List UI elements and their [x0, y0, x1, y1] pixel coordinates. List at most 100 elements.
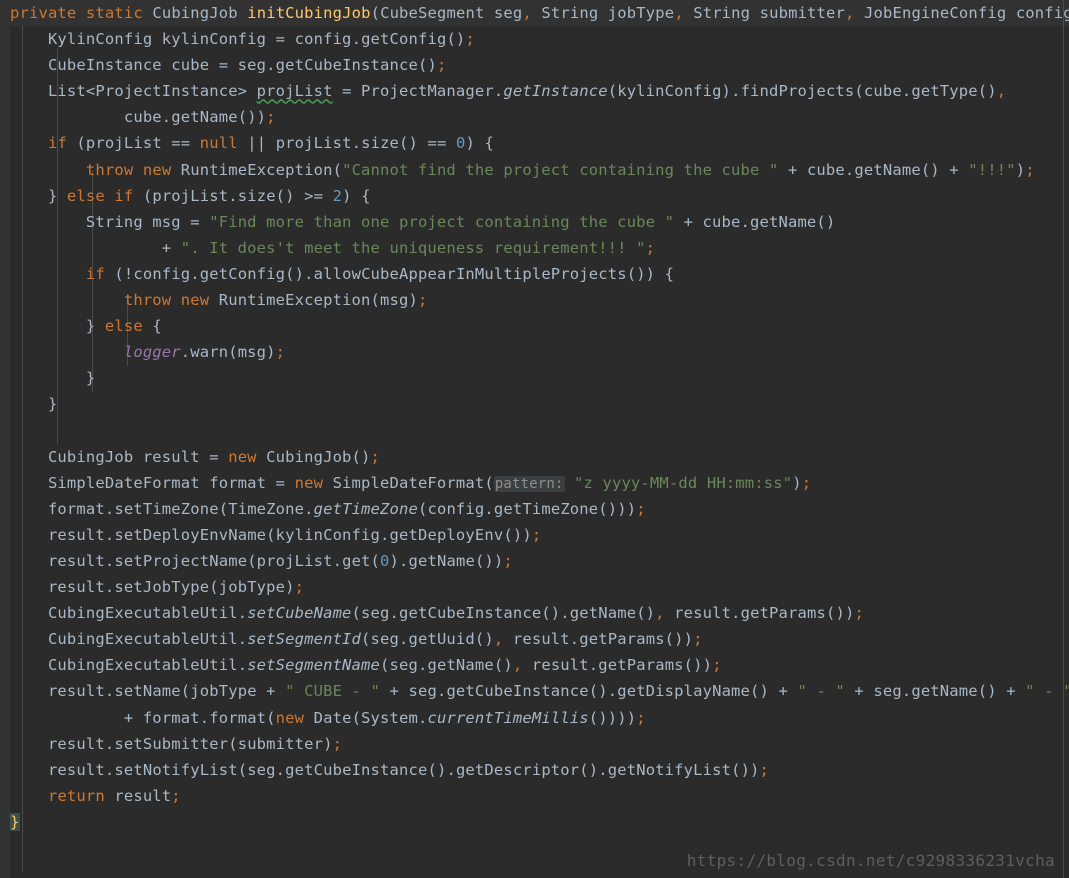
code-token: SimpleDateFormat format =: [10, 473, 295, 492]
code-token: =: [275, 30, 286, 49]
code-line[interactable]: CubingExecutableUtil.setCubeName(seg.get…: [0, 600, 1069, 626]
code-line[interactable]: cube.getName());: [0, 104, 1069, 130]
code-line[interactable]: format.setTimeZone(TimeZone.getTimeZone(…: [0, 496, 1069, 522]
code-line[interactable]: throw new RuntimeException("Cannot find …: [0, 157, 1069, 183]
code-token: setSubmitter(submitter): [114, 734, 333, 753]
code-line[interactable]: return result;: [0, 783, 1069, 809]
code-token: ;: [171, 786, 181, 805]
code-token: .: [436, 682, 447, 701]
code-token: setJobType(jobType): [114, 578, 295, 597]
code-token: "!!!": [968, 160, 1016, 179]
code-token: .: [304, 499, 314, 518]
code-token: .: [607, 682, 618, 701]
code-token: 2: [332, 186, 343, 205]
code-line[interactable]: }: [0, 365, 1069, 391]
code-token: ,: [996, 82, 1007, 101]
code-token: getCubeInstance(): [285, 760, 447, 779]
code-token: getTimeZone())): [493, 499, 637, 518]
code-token: CubeInstance cube = seg: [10, 56, 267, 75]
code-line[interactable]: result.setNotifyList(seg.getCubeInstance…: [0, 757, 1069, 783]
code-token: .: [569, 630, 580, 649]
code-line[interactable]: SimpleDateFormat format = new SimpleDate…: [0, 470, 1069, 496]
code-token: getNotifyList()): [607, 760, 760, 779]
code-token: + cube: [778, 160, 845, 179]
code-token: + cube: [674, 212, 741, 231]
code-line[interactable]: result.setDeployEnvName(kylinConfig.getD…: [0, 522, 1069, 548]
code-line[interactable]: KylinConfig kylinConfig = config.getConf…: [0, 26, 1069, 52]
code-token: throw: [85, 160, 134, 179]
code-line[interactable]: private static CubingJob initCubingJob(C…: [0, 0, 1069, 27]
code-token: getDescriptor(): [455, 760, 599, 779]
code-line[interactable]: } else if (projList.size() >= 2) {: [0, 183, 1069, 209]
code-token: getCubeInstance(): [446, 682, 608, 701]
code-token: getDeployEnv()): [389, 525, 532, 544]
code-token: setTimeZone(TimeZone: [114, 499, 305, 518]
code-token: " CUBE - ": [285, 682, 381, 701]
code-line[interactable]: CubeInstance cube = seg.getCubeInstance(…: [0, 52, 1069, 78]
code-token: .: [161, 108, 172, 127]
code-token: ;: [294, 578, 305, 597]
code-line[interactable]: + format.format(new Date(System.currentT…: [0, 705, 1069, 731]
code-line[interactable]: result.setProjectName(projList.get(0).ge…: [0, 548, 1069, 574]
code-line[interactable]: CubingExecutableUtil.setSegmentName(seg.…: [0, 652, 1069, 678]
code-line[interactable]: result.setName(jobType + " CUBE - " + se…: [0, 678, 1069, 704]
code-token: .: [901, 82, 912, 101]
code-token: .: [901, 682, 912, 701]
code-token: .: [332, 551, 343, 570]
code-token: List<ProjectInstance>: [10, 82, 257, 101]
code-line[interactable]: if (projList == null || projList.size() …: [0, 130, 1069, 156]
code-token: null: [199, 134, 238, 153]
code-token: .: [199, 708, 210, 727]
code-token: .: [731, 82, 741, 101]
code-line[interactable]: CubingJob result = new CubingJob();: [0, 444, 1069, 470]
code-token: ) {: [465, 134, 494, 153]
code-token: getName() +: [854, 160, 969, 179]
code-line[interactable]: }: [0, 809, 1069, 835]
code-token: (!config: [104, 264, 191, 283]
code-token: getConfig(): [199, 264, 305, 283]
code-token: result: [503, 630, 570, 649]
code-token: .: [484, 499, 494, 518]
code-line[interactable]: CubingExecutableUtil.setSegmentId(seg.ge…: [0, 626, 1069, 652]
code-token: ;: [531, 525, 542, 544]
code-token: (: [370, 4, 381, 22]
code-token: +: [10, 238, 181, 257]
code-token: {: [142, 317, 162, 336]
code-token: ;: [645, 238, 656, 257]
code-token: result: [10, 578, 105, 597]
code-line[interactable]: throw new RuntimeException(msg);: [0, 287, 1069, 313]
code-token: new: [294, 473, 324, 492]
code-content[interactable]: private static CubingJob initCubingJob(C…: [0, 0, 1069, 878]
code-token: (kylinConfig): [607, 82, 732, 101]
code-line[interactable]: + ". It does't meet the uniqueness requi…: [0, 235, 1069, 261]
code-token: format: [10, 499, 105, 518]
code-token: .: [560, 604, 570, 623]
code-token: ;: [854, 604, 864, 623]
code-line[interactable]: result.setJobType(jobType);: [0, 574, 1069, 600]
code-token: submitter: [750, 4, 846, 22]
code-line[interactable]: result.setSubmitter(submitter);: [0, 731, 1069, 757]
code-token: getName()): [171, 108, 267, 127]
code-token: (projList: [133, 186, 229, 205]
code-token: .: [104, 578, 115, 597]
code-token: SimpleDateFormat(: [323, 473, 494, 492]
code-line[interactable]: logger.warn(msg);: [0, 339, 1069, 365]
code-line[interactable]: String msg = "Find more than one project…: [0, 209, 1069, 235]
code-line[interactable]: }: [0, 391, 1069, 417]
code-token: ;: [693, 630, 703, 649]
code-line[interactable]: if (!config.getConfig().allowCubeAppearI…: [0, 261, 1069, 287]
code-line[interactable]: [0, 418, 1069, 444]
code-token: ;: [266, 108, 276, 127]
code-token: " - ": [797, 682, 845, 701]
code-token: setCubeName: [247, 604, 352, 623]
code-line[interactable]: } else {: [0, 313, 1069, 339]
code-token: ;: [503, 551, 513, 570]
code-line[interactable]: List<ProjectInstance> projList = Project…: [0, 78, 1069, 104]
code-token: ;: [436, 56, 447, 75]
code-editor[interactable]: private static CubingJob initCubingJob(C…: [0, 0, 1069, 878]
code-token: getUuid(): [408, 630, 494, 649]
